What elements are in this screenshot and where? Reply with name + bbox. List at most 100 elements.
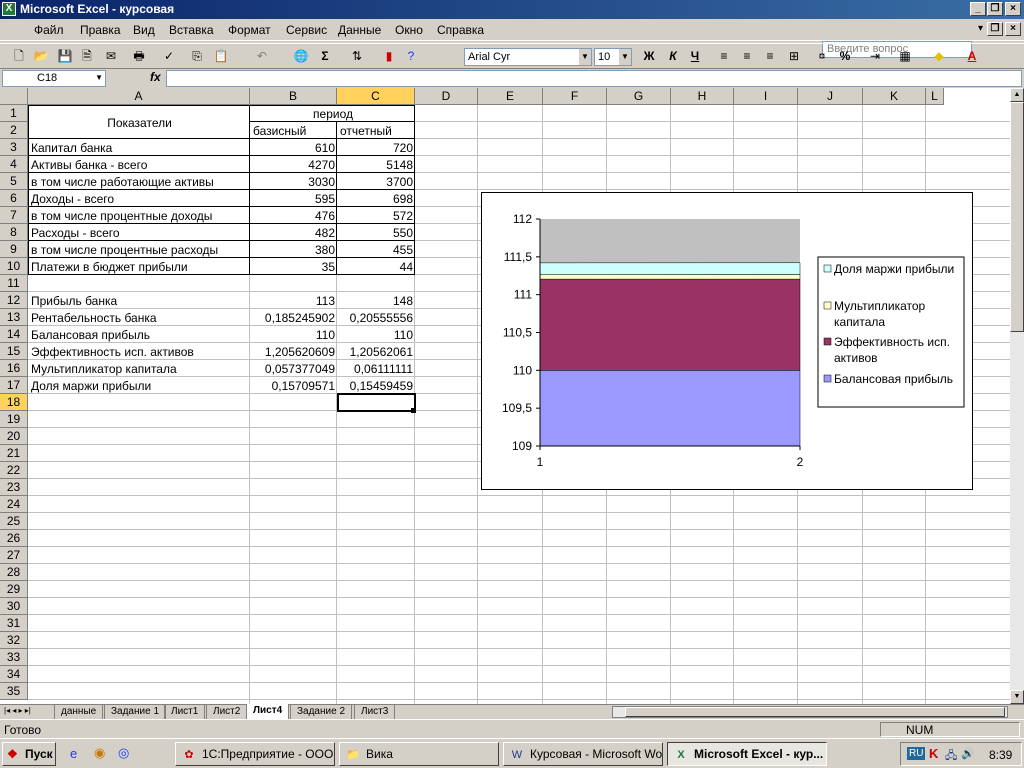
- scroll-down-button[interactable]: ▼: [1010, 690, 1024, 704]
- row-header-4[interactable]: 4: [0, 156, 28, 173]
- column-header-l[interactable]: L: [926, 88, 944, 105]
- sheet-tab[interactable]: Задание 2: [290, 705, 353, 719]
- cell-a14[interactable]: Балансовая прибыль: [29, 327, 250, 344]
- cell-b12[interactable]: 113: [251, 293, 337, 310]
- doc-close-button[interactable]: ×: [1005, 22, 1021, 36]
- cell-c16[interactable]: 0,06111111: [338, 361, 415, 378]
- undo-icon[interactable]: ↶: [253, 48, 271, 65]
- cell-b14[interactable]: 110: [251, 327, 337, 344]
- menu-window[interactable]: Окно: [395, 23, 423, 37]
- row-header-1[interactable]: 1: [0, 105, 28, 122]
- minimize-button[interactable]: _: [970, 2, 986, 16]
- formula-input[interactable]: [166, 70, 1022, 87]
- spelling-icon[interactable]: ✓: [160, 48, 178, 65]
- task-1c[interactable]: ✿ 1С:Предприятие - ООО ...: [175, 742, 335, 766]
- column-header-i[interactable]: I: [734, 88, 798, 105]
- permission-icon[interactable]: 🗎: [78, 48, 96, 65]
- column-header-k[interactable]: K: [863, 88, 926, 105]
- cell-b16[interactable]: 0,057377049: [251, 361, 337, 378]
- volume-icon[interactable]: 🔊: [961, 747, 975, 760]
- column-header-f[interactable]: F: [543, 88, 607, 105]
- active-cell-c18[interactable]: [337, 393, 416, 412]
- column-header-e[interactable]: E: [478, 88, 543, 105]
- paste-icon[interactable]: 📋: [212, 48, 230, 65]
- cell-a12[interactable]: Прибыль банка: [29, 293, 250, 310]
- menu-edit[interactable]: Правка: [80, 23, 121, 37]
- hyperlink-icon[interactable]: 🌐: [292, 48, 310, 65]
- sheet-tab[interactable]: Задание 1: [104, 705, 167, 719]
- doc-restore-button[interactable]: ❐: [987, 22, 1003, 36]
- column-header-d[interactable]: D: [415, 88, 478, 105]
- row-header-6[interactable]: 6: [0, 190, 28, 207]
- row-header-35[interactable]: 35: [0, 683, 28, 700]
- hscroll-thumb[interactable]: [625, 707, 1005, 717]
- cell-a17[interactable]: Доля маржи прибыли: [29, 378, 250, 395]
- row-header-11[interactable]: 11: [0, 275, 28, 292]
- row-header-10[interactable]: 10: [0, 258, 28, 275]
- row-header-26[interactable]: 26: [0, 530, 28, 547]
- restore-button[interactable]: ❐: [987, 2, 1003, 16]
- row-header-7[interactable]: 7: [0, 207, 28, 224]
- dropdown-arrow-icon[interactable]: ▼: [619, 49, 631, 65]
- chart[interactable]: 109 109,5 110 110,5 111 111,5 112 1 2 Доля маржи …: [481, 192, 973, 490]
- font-name-combo[interactable]: Arial Cyr ▼: [464, 48, 592, 66]
- scroll-up-button[interactable]: ▲: [1010, 88, 1024, 102]
- font-color-icon[interactable]: A: [963, 48, 981, 65]
- row-header-21[interactable]: 21: [0, 445, 28, 462]
- menu-data[interactable]: Данные: [338, 23, 381, 37]
- close-button[interactable]: ×: [1005, 2, 1021, 16]
- column-header-g[interactable]: G: [607, 88, 671, 105]
- row-header-12[interactable]: 12: [0, 292, 28, 309]
- row-header-15[interactable]: 15: [0, 343, 28, 360]
- column-header-b[interactable]: B: [250, 88, 337, 105]
- network-icon[interactable]: 🖧: [945, 747, 957, 766]
- kaspersky-icon[interactable]: K: [929, 746, 938, 761]
- email-icon[interactable]: ✉: [102, 48, 120, 65]
- merge-center-icon[interactable]: ⊞: [785, 48, 803, 65]
- column-header-h[interactable]: H: [671, 88, 734, 105]
- sheet-tab[interactable]: Лист2: [206, 705, 248, 719]
- cell-a13[interactable]: Рентабельность банка: [29, 310, 250, 327]
- language-indicator[interactable]: RU: [907, 747, 926, 760]
- cell-c15[interactable]: 1,20562061: [338, 344, 415, 361]
- dropdown-arrow-icon[interactable]: ▼: [579, 49, 591, 65]
- underline-button[interactable]: Ч: [686, 48, 704, 65]
- row-header-3[interactable]: 3: [0, 139, 28, 156]
- chart-wizard-icon[interactable]: ▮: [380, 48, 398, 65]
- row-header-32[interactable]: 32: [0, 632, 28, 649]
- cell-a15[interactable]: Эффективность исп. активов: [29, 344, 250, 361]
- save-icon[interactable]: 💾: [56, 48, 74, 65]
- row-header-20[interactable]: 20: [0, 428, 28, 445]
- cell-a16[interactable]: Мультипликатор капитала: [29, 361, 250, 378]
- percent-button[interactable]: %: [836, 48, 854, 65]
- task-excel[interactable]: X Microsoft Excel - кур...: [667, 742, 827, 766]
- sheet-tab[interactable]: Лист3: [354, 705, 396, 719]
- start-button[interactable]: ❖ Пуск: [2, 742, 56, 766]
- cell-c12[interactable]: 148: [338, 293, 415, 310]
- menu-file[interactable]: Файл: [34, 23, 64, 37]
- row-header-19[interactable]: 19: [0, 411, 28, 428]
- indent-icon[interactable]: ⇥: [866, 48, 884, 65]
- font-size-combo[interactable]: 10 ▼: [594, 48, 632, 66]
- ie-icon[interactable]: e: [70, 746, 77, 761]
- select-all-corner[interactable]: [0, 88, 28, 105]
- name-box[interactable]: C18 ▼: [2, 70, 106, 87]
- row-header-5[interactable]: 5: [0, 173, 28, 190]
- row-header-23[interactable]: 23: [0, 479, 28, 496]
- horizontal-scrollbar[interactable]: [612, 706, 1008, 718]
- bold-button[interactable]: Ж: [640, 48, 658, 65]
- row-header-33[interactable]: 33: [0, 649, 28, 666]
- borders-icon[interactable]: ▦: [896, 48, 914, 65]
- copy-icon[interactable]: ⎘: [188, 48, 206, 65]
- task-folder-vika[interactable]: 📁 Вика: [339, 742, 499, 766]
- row-header-25[interactable]: 25: [0, 513, 28, 530]
- help-icon[interactable]: ?: [402, 48, 420, 65]
- row-header-16[interactable]: 16: [0, 360, 28, 377]
- row-header-34[interactable]: 34: [0, 666, 28, 683]
- vertical-scrollbar[interactable]: ▲ ▼: [1010, 88, 1024, 704]
- row-header-24[interactable]: 24: [0, 496, 28, 513]
- tab-scroll-icon[interactable]: |◂ ◂ ▸ ▸|: [4, 706, 31, 715]
- row-header-17[interactable]: 17: [0, 377, 28, 394]
- fill-color-icon[interactable]: ◆: [930, 48, 948, 65]
- cell-c14[interactable]: 110: [338, 327, 415, 344]
